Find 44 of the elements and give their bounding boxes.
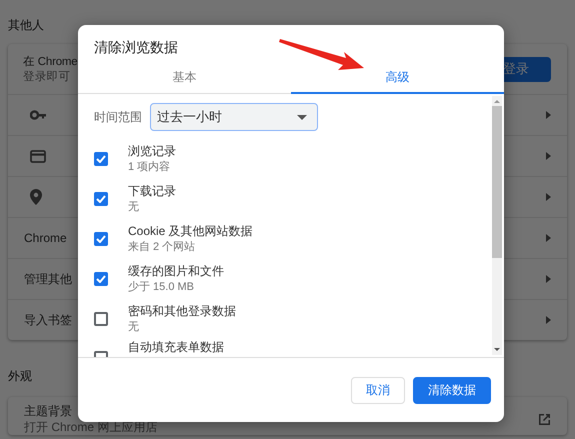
row-title: 导入书签 xyxy=(24,312,72,328)
checkbox[interactable] xyxy=(94,232,108,246)
location-pin-icon xyxy=(30,189,42,205)
row-subtitle: 登录即可 xyxy=(23,70,70,84)
option-detail: 无 xyxy=(128,200,140,215)
chevron-right-icon xyxy=(545,193,551,201)
section-heading: 其他人 xyxy=(8,17,44,34)
option-detail: 少于 15.0 MB xyxy=(128,280,196,295)
chevron-right-icon xyxy=(545,275,551,283)
option-detail: 无 xyxy=(128,320,140,335)
tab[interactable]: 基本 xyxy=(78,63,291,94)
row-title: 管理其他 xyxy=(24,270,72,288)
checkbox[interactable] xyxy=(94,312,108,326)
option-detail: 1 项内容 xyxy=(128,160,172,175)
row-title: Chrome xyxy=(24,231,67,245)
option-label: 缓存的图片和文件 xyxy=(128,263,224,279)
option-detail: 来自 2 个网站 xyxy=(128,240,196,255)
option-label: 下载记录 xyxy=(128,183,176,199)
row-title: 主题背景 xyxy=(24,403,72,419)
option-label: 密码和其他登录数据 xyxy=(128,303,236,319)
checkbox[interactable] xyxy=(94,192,108,206)
dropdown-caret-icon xyxy=(297,114,307,120)
chevron-right-icon xyxy=(545,152,551,160)
dialog-title: 清除浏览数据 xyxy=(94,39,178,57)
cancel-button[interactable]: 取消 xyxy=(351,376,405,404)
time-range-dropdown[interactable]: 过去一小时 xyxy=(150,103,318,131)
scroll-up-icon[interactable] xyxy=(492,98,502,104)
checkbox[interactable] xyxy=(94,152,108,166)
key-icon xyxy=(30,110,46,120)
chevron-right-icon xyxy=(545,316,551,324)
chevron-right-icon xyxy=(545,111,551,119)
credit-card-icon xyxy=(30,150,46,162)
section-heading: 外观 xyxy=(8,368,32,385)
row-title: 在 Chrome xyxy=(23,54,78,69)
checkbox[interactable] xyxy=(94,272,108,286)
time-range-label: 时间范围 xyxy=(94,108,142,126)
scroll-down-icon[interactable] xyxy=(492,347,502,353)
scrollbar[interactable] xyxy=(492,96,502,355)
external-link-icon xyxy=(538,413,551,426)
option-label: 浏览记录 xyxy=(128,143,176,159)
option-label: 自动填充表单数据 xyxy=(128,339,224,355)
option-label: Cookie 及其他网站数据 xyxy=(128,223,253,239)
chevron-right-icon xyxy=(545,234,551,242)
clear-data-button[interactable]: 清除数据 xyxy=(413,376,491,404)
